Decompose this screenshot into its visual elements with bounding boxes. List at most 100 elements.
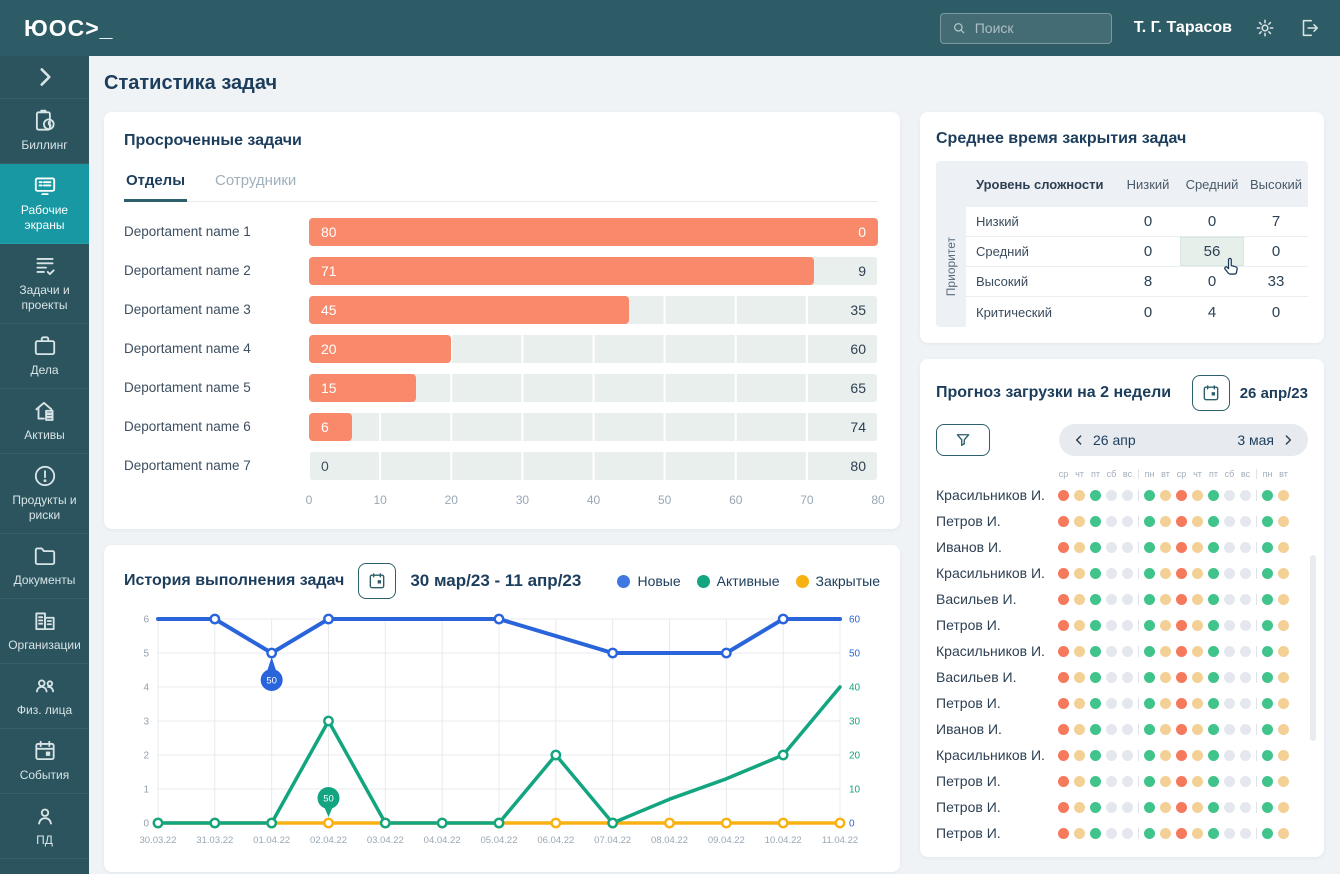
sidebar-item-6[interactable]: Документы [0,534,89,599]
load-dot-green [1262,620,1273,631]
sidebar-item-label: Биллинг [21,138,67,153]
forecast-grid: срчтптсбвспнвтсрчтптсбвспнвтКрасильников… [936,466,1308,846]
history-date-range[interactable]: 30 мар/23 - 11 апр/23 [410,571,581,591]
load-dot-green [1144,516,1155,527]
sidebar-item-8[interactable]: Физ. лица [0,664,89,729]
sidebar-item-label: Рабочие экраны [6,203,84,233]
group-separator [1138,776,1139,787]
load-dot-gray [1224,516,1235,527]
load-dot-tan [1278,542,1289,553]
load-dot-tan [1192,516,1203,527]
tab-departments[interactable]: Отделы [124,166,187,202]
load-dot-green [1208,594,1219,605]
load-dot-orange [1176,620,1187,631]
legend-dot-closed [796,575,809,588]
forecast-row: Иванов И. [936,534,1308,560]
overdue-bar-chart: Deportament name 1800Deportament name 27… [124,212,878,485]
load-dot-gray [1240,542,1251,553]
avg-col-low: Низкий [1116,177,1180,192]
sidebar-item-10[interactable]: ПД [0,794,89,859]
group-separator [1138,469,1139,479]
forecast-card-title: Прогноз загрузки на 2 недели [936,384,1192,402]
avg-cell[interactable]: 7 [1244,207,1308,236]
avg-cell[interactable]: 33 [1244,267,1308,296]
group-separator [1256,802,1257,813]
avg-cell[interactable]: 0 [1116,207,1180,236]
load-dot-green [1090,646,1101,657]
svg-text:0: 0 [849,819,855,830]
sidebar-expand-button[interactable] [0,56,89,99]
assets-icon [32,398,58,424]
load-dot-green [1262,568,1273,579]
group-separator [1256,620,1257,631]
filter-button[interactable] [936,424,990,456]
sidebar-item-4[interactable]: Активы [0,389,89,454]
load-dot-gray [1240,490,1251,501]
forecast-scrollbar[interactable] [1310,555,1316,741]
load-dot-orange [1058,802,1069,813]
load-dot-green [1090,568,1101,579]
avg-row-label: Низкий [966,214,1116,229]
sidebar-item-7[interactable]: Организации [0,599,89,664]
range-prev-button[interactable] [1071,432,1087,448]
load-dot-orange [1058,490,1069,501]
load-dot-green [1144,620,1155,631]
sidebar-item-0[interactable]: Биллинг [0,99,89,164]
remaining-value: 0 [858,224,866,240]
avg-cell[interactable]: 0 [1244,297,1308,327]
avg-table-col-header: Уровень сложности [966,177,1116,192]
load-dot-orange [1176,542,1187,553]
avg-cell[interactable]: 0 [1244,237,1308,266]
search-input[interactable] [975,20,1101,36]
legend-label-closed: Закрытые [816,573,880,589]
history-chart-svg: 0123456010203040506030.03.2231.03.2201.0… [124,605,880,857]
forecast-row: Васильев И. [936,586,1308,612]
group-separator [1138,750,1139,761]
overdue-tasks-card: Просроченные задачи Отделы Сотрудники De… [104,112,900,529]
tab-employees[interactable]: Сотрудники [213,166,298,201]
load-dot-orange [1176,828,1187,839]
load-dot-green [1262,594,1273,605]
sidebar-item-3[interactable]: Дела [0,324,89,389]
group-separator [1138,516,1139,527]
range-next-button[interactable] [1280,432,1296,448]
load-dot-gray [1224,646,1235,657]
group-separator [1138,828,1139,839]
svg-text:11.04.22: 11.04.22 [822,835,858,846]
avg-cell[interactable]: 4 [1180,297,1244,327]
load-dot-tan [1074,646,1085,657]
individuals-icon [32,673,58,699]
load-dot-green [1262,724,1273,735]
employee-name: Петров И. [936,773,1058,789]
search-box[interactable] [940,13,1112,44]
axis-tick: 0 [306,493,313,507]
load-dot-gray [1122,698,1133,709]
settings-button[interactable] [1254,17,1276,39]
app-logo: ЮОС>_ [24,15,113,42]
avg-cell[interactable]: 0 [1116,297,1180,327]
overdue-bar: 4535 [309,296,878,324]
avg-cell[interactable]: 8 [1116,267,1180,296]
load-dot-tan [1192,620,1203,631]
svg-text:5: 5 [143,649,149,660]
load-dot-tan [1192,568,1203,579]
load-dot-green [1208,672,1219,683]
overdue-bar-row: Deportament name 6674 [124,407,878,446]
history-calendar-button[interactable] [358,563,396,599]
forecast-day-header: срчтптсбвспнвтсрчтптсбвспнвт [936,466,1308,482]
avg-cell[interactable]: 0 [1116,237,1180,266]
sidebar-item-1[interactable]: Рабочие экраны [0,164,89,244]
group-separator [1256,698,1257,709]
sidebar-item-5[interactable]: Продукты и риски [0,454,89,534]
sidebar-item-9[interactable]: События [0,729,89,794]
sidebar-item-label: Дела [30,363,58,378]
avg-cell[interactable]: 56 [1180,237,1244,266]
legend-new: Новые [617,573,680,589]
forecast-calendar-button[interactable] [1192,375,1230,411]
avg-cell[interactable]: 0 [1180,207,1244,236]
svg-text:09.04.22: 09.04.22 [708,835,745,846]
forecast-date: 26 апр/23 [1240,385,1308,402]
load-dot-green [1262,776,1273,787]
logout-button[interactable] [1298,17,1320,39]
sidebar-item-2[interactable]: Задачи и проекты [0,244,89,324]
